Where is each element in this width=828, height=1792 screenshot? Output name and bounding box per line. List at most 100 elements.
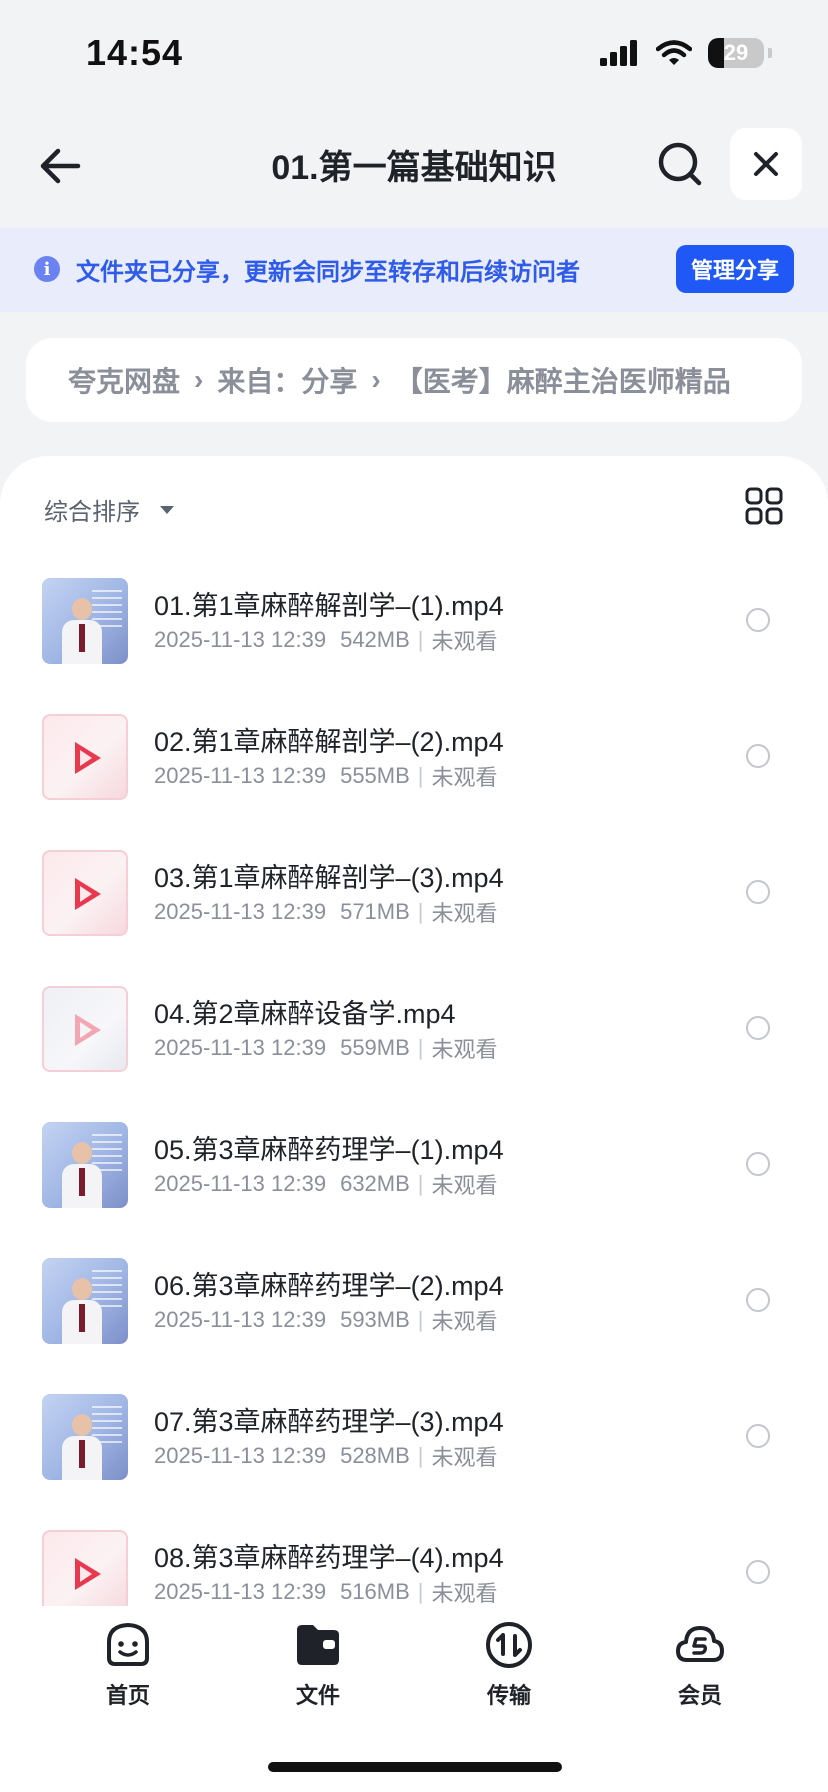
watch-status: 未观看 <box>431 901 498 926</box>
file-meta: 2025-11-13 12:39 571MB | 未观看 <box>154 896 498 928</box>
file-meta: 2025-11-13 12:39 542MB | 未观看 <box>154 624 498 656</box>
file-size: 542MB <box>340 627 410 652</box>
select-radio[interactable] <box>746 1560 770 1584</box>
file-date: 2025-11-13 12:39 <box>154 1171 327 1196</box>
file-row[interactable]: 06.第3章麻醉药理学–(2).mp4 2025-11-13 12:39 593MB… <box>0 1242 828 1378</box>
file-row[interactable]: 03.第1章麻醉解剖学–(3).mp4 2025-11-13 12:39 571MB… <box>0 834 828 970</box>
select-radio[interactable] <box>746 1424 770 1448</box>
share-banner: i 文件夹已分享，更新会同步至转存和后续访问者 管理分享 <box>0 228 828 312</box>
file-panel: 综合排序 01.第1章麻醉解剖学–(1).mp4 2025-11-13 12:39… <box>0 456 828 1792</box>
file-meta: 2025-11-13 12:39 516MB | 未观看 <box>154 1576 498 1606</box>
breadcrumb-item-root[interactable]: 夸克网盘 <box>68 360 180 400</box>
file-date: 2025-11-13 12:39 <box>154 899 327 924</box>
watch-status: 未观看 <box>431 1173 498 1198</box>
lecturer-head <box>72 1142 92 1164</box>
file-row[interactable]: 07.第3章麻醉药理学–(3).mp4 2025-11-13 12:39 528MB… <box>0 1378 828 1514</box>
meta-divider: | <box>417 899 424 924</box>
tab-label-membership: 会员 <box>677 1683 722 1708</box>
chevron-right-icon: › <box>371 364 381 395</box>
grid-view-icon[interactable] <box>744 486 784 526</box>
breadcrumb-item-share[interactable]: 来自：分享 <box>217 360 357 400</box>
file-row[interactable]: 02.第1章麻醉解剖学–(2).mp4 2025-11-13 12:39 555MB… <box>0 698 828 834</box>
play-icon <box>75 1558 101 1590</box>
tab-home[interactable]: 首页 <box>68 1620 188 1720</box>
share-message: 文件夹已分享，更新会同步至转存和后续访问者 <box>76 259 580 286</box>
back-button[interactable] <box>30 136 90 196</box>
file-row[interactable]: 05.第3章麻醉药理学–(1).mp4 2025-11-13 12:39 632MB… <box>0 1106 828 1242</box>
lecturer-head <box>72 1278 92 1300</box>
info-icon: i <box>34 256 60 282</box>
status-time: 14:54 <box>86 32 184 73</box>
file-date: 2025-11-13 12:39 <box>154 1579 327 1604</box>
file-date: 2025-11-13 12:39 <box>154 1443 327 1468</box>
manage-share-button[interactable]: 管理分享 <box>676 245 794 293</box>
close-icon <box>754 152 778 176</box>
file-date: 2025-11-13 12:39 <box>154 763 327 788</box>
file-size: 571MB <box>340 899 410 924</box>
chevron-right-icon: › <box>194 364 204 395</box>
select-radio[interactable] <box>746 1288 770 1312</box>
play-icon <box>75 742 101 774</box>
meta-divider: | <box>417 627 424 652</box>
file-meta: 2025-11-13 12:39 528MB | 未观看 <box>154 1440 498 1472</box>
tab-files[interactable]: 文件 <box>258 1620 378 1720</box>
back-arrow-icon <box>40 148 81 184</box>
video-file-icon <box>42 1530 128 1606</box>
file-size: 516MB <box>340 1579 410 1604</box>
video-file-icon <box>42 850 128 936</box>
tab-membership[interactable]: 会员 <box>640 1620 760 1720</box>
screen: 14:54 29 01.第一篇基础知识 i 文件夹已分享，更新会同步至转存和后续… <box>0 0 828 1792</box>
file-row[interactable]: 08.第3章麻醉药理学–(4).mp4 2025-11-13 12:39 516MB… <box>0 1514 828 1606</box>
file-size: 555MB <box>340 763 410 788</box>
page-title: 01.第一篇基础知识 <box>271 149 557 187</box>
status-bar: 14:54 29 <box>0 0 828 110</box>
video-file-icon <box>42 986 128 1072</box>
select-radio[interactable] <box>746 880 770 904</box>
file-size: 559MB <box>340 1035 410 1060</box>
meta-divider: | <box>417 1307 424 1332</box>
watch-status: 未观看 <box>431 765 498 790</box>
watch-status: 未观看 <box>431 1309 498 1334</box>
meta-divider: | <box>417 763 424 788</box>
watch-status: 未观看 <box>431 1037 498 1062</box>
file-size: 528MB <box>340 1443 410 1468</box>
caret-down-icon <box>160 505 174 514</box>
select-radio[interactable] <box>746 1016 770 1040</box>
file-date: 2025-11-13 12:39 <box>154 627 327 652</box>
file-name: 08.第3章麻醉药理学–(4).mp4 <box>154 1543 504 1573</box>
wifi-icon <box>656 40 692 65</box>
sort-dropdown[interactable]: 综合排序 <box>44 492 174 527</box>
tab-transfer[interactable]: 传输 <box>449 1620 569 1720</box>
status-icons: 29 <box>600 38 772 68</box>
meta-divider: | <box>417 1443 424 1468</box>
tab-bar: 首页 文件 传输 会员 <box>0 1606 828 1792</box>
file-name: 03.第1章麻醉解剖学–(3).mp4 <box>154 863 504 893</box>
file-date: 2025-11-13 12:39 <box>154 1035 327 1060</box>
signal-icon <box>600 40 637 66</box>
video-file-icon <box>42 714 128 800</box>
watch-status: 未观看 <box>431 1581 498 1606</box>
select-radio[interactable] <box>746 608 770 632</box>
meta-divider: | <box>417 1035 424 1060</box>
meta-divider: | <box>417 1171 424 1196</box>
tab-label-transfer: 传输 <box>486 1683 531 1708</box>
file-meta: 2025-11-13 12:39 632MB | 未观看 <box>154 1168 498 1200</box>
video-thumbnail <box>42 1394 128 1480</box>
select-radio[interactable] <box>746 1152 770 1176</box>
search-button[interactable] <box>652 136 708 192</box>
file-row[interactable]: 04.第2章麻醉设备学.mp4 2025-11-13 12:39 559MB | 未观看 <box>0 970 828 1106</box>
file-row[interactable]: 01.第1章麻醉解剖学–(1).mp4 2025-11-13 12:39 542MB… <box>0 562 828 698</box>
lecturer-tie <box>79 1168 85 1196</box>
file-date: 2025-11-13 12:39 <box>154 1307 327 1332</box>
file-name: 05.第3章麻醉药理学–(1).mp4 <box>154 1135 504 1165</box>
watch-status: 未观看 <box>431 629 498 654</box>
breadcrumb-item-folder[interactable]: 【医考】麻醉主治医师精品 <box>395 360 731 400</box>
file-meta: 2025-11-13 12:39 555MB | 未观看 <box>154 760 498 792</box>
lecturer-head <box>72 598 92 620</box>
video-thumbnail <box>42 578 128 664</box>
lecturer-tie <box>79 1440 85 1468</box>
search-icon <box>658 142 702 186</box>
select-radio[interactable] <box>746 744 770 768</box>
video-thumbnail <box>42 1258 128 1344</box>
close-button[interactable] <box>730 128 802 200</box>
